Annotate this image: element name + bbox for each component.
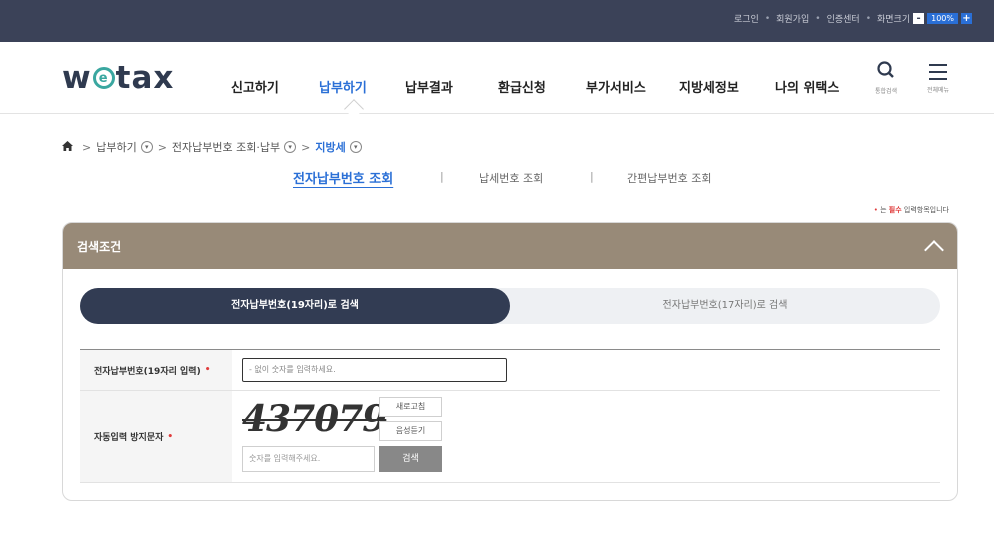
utility-bar: 로그인 • 회원가입 • 인증센터 • 화면크기 - 100% + [0, 0, 994, 42]
screen-size-label: 화면크기 [877, 15, 911, 25]
epay-number-input[interactable]: - 없이 숫자를 입력하세요. [242, 358, 507, 382]
captcha-input[interactable]: 숫자를 입력해주세요. [242, 446, 375, 472]
nav-item-pay[interactable]: 납부하기 [319, 77, 367, 96]
field-label: 자동입력 방지문자 • [80, 391, 232, 482]
all-menu-button[interactable]: 전체메뉴 [918, 60, 958, 94]
search-label: 통합검색 [874, 88, 898, 95]
zoom-in-button[interactable]: + [961, 13, 972, 24]
search-type-toggle: 전자납부번호(19자리)로 검색 전자납부번호(17자리)로 검색 [80, 288, 940, 324]
required-dot: • [167, 431, 174, 442]
required-note-post: 입력항목입니다 [901, 206, 949, 214]
breadcrumb-item-pay[interactable]: 납부하기 [96, 139, 136, 155]
chevron-down-icon[interactable]: ▾ [349, 141, 362, 153]
captcha-image: 437079 [242, 398, 387, 440]
nav-item-my-wetax[interactable]: 나의 위택스 [775, 77, 839, 96]
epay-number-label: 전자납부번호(19자리 입력) [94, 366, 201, 377]
unified-search-button[interactable]: 통합검색 [866, 60, 906, 95]
form-row-captcha: 자동입력 방지문자 • 437079 새로고침 음성듣기 숫자를 입력해주세요.… [80, 391, 940, 483]
field-cell: - 없이 숫자를 입력하세요. [232, 350, 940, 390]
home-icon[interactable] [62, 140, 73, 154]
search-panel: 검색조건 전자납부번호(19자리)로 검색 전자납부번호(17자리)로 검색 전… [62, 222, 958, 501]
required-note-pre: 는 [877, 206, 889, 214]
tab-separator: | [590, 170, 594, 183]
field-cell: 437079 새로고침 음성듣기 숫자를 입력해주세요. 검색 [232, 391, 940, 482]
search-panel-title: 검색조건 [77, 240, 122, 254]
form-row-epay-number: 전자납부번호(19자리 입력) • - 없이 숫자를 입력하세요. [80, 350, 940, 391]
required-dot: • [204, 365, 211, 375]
login-link[interactable]: 로그인 [734, 12, 759, 25]
separator: • [764, 13, 771, 24]
sub-tabs: 전자납부번호 조회 | 납세번호 조회 | 간편납부번호 조회 [0, 170, 994, 190]
field-label: 전자납부번호(19자리 입력) • [80, 350, 232, 390]
nav-item-local-tax-info[interactable]: 지방세정보 [679, 77, 739, 96]
required-note: • 는 필수 입력항목입니다 [874, 205, 949, 215]
breadcrumb-separator: > [301, 140, 311, 154]
nav-item-refund[interactable]: 환급신청 [498, 77, 546, 96]
toggle-17-digit[interactable]: 전자납부번호(17자리)로 검색 [510, 288, 940, 324]
chevron-down-icon[interactable]: ▾ [284, 141, 297, 153]
zoom-level: 100% [927, 13, 958, 24]
tab-separator: | [440, 170, 444, 183]
search-icon [866, 60, 906, 85]
tab-tax-number[interactable]: 납세번호 조회 [479, 170, 543, 186]
main-nav: 신고하기 납부하기 납부결과 환급신청 부가서비스 지방세정보 나의 위택스 [0, 77, 994, 97]
search-form: 전자납부번호(19자리 입력) • - 없이 숫자를 입력하세요. 자동입력 방… [80, 349, 940, 483]
hamburger-icon [929, 64, 947, 80]
utility-links: 로그인 • 회원가입 • 인증센터 • 화면크기 - 100% + [734, 12, 972, 25]
search-panel-header[interactable]: 검색조건 [63, 223, 957, 269]
chevron-down-icon[interactable]: ▾ [140, 141, 153, 153]
required-note-bold: 필수 [888, 206, 902, 214]
tab-epay-number[interactable]: 전자납부번호 조회 [293, 168, 393, 187]
search-button[interactable]: 검색 [379, 446, 442, 472]
separator: • [815, 13, 821, 24]
zoom-out-button[interactable]: - [913, 13, 925, 24]
breadcrumb-item-epay-lookup[interactable]: 전자납부번호 조회·납부 [172, 139, 280, 155]
captcha-audio-button[interactable]: 음성듣기 [379, 421, 442, 441]
captcha-refresh-button[interactable]: 새로고침 [379, 397, 442, 417]
menu-label: 전체메뉴 [926, 87, 950, 94]
nav-item-file[interactable]: 신고하기 [231, 77, 279, 96]
separator: • [865, 13, 871, 24]
breadcrumb-item-local-tax[interactable]: 지방세 [315, 139, 345, 155]
nav-item-pay-result[interactable]: 납부결과 [405, 77, 453, 96]
nav-item-services[interactable]: 부가서비스 [586, 77, 646, 96]
cert-center-link[interactable]: 인증센터 [827, 12, 860, 25]
breadcrumb: > 납부하기 ▾ > 전자납부번호 조회·납부 ▾ > 지방세 ▾ [62, 139, 362, 155]
breadcrumb-separator: > [82, 140, 92, 154]
toggle-19-digit[interactable]: 전자납부번호(19자리)로 검색 [80, 288, 510, 324]
tab-simple-pay-number[interactable]: 간편납부번호 조회 [627, 170, 711, 186]
breadcrumb-separator: > [157, 140, 167, 154]
site-header: w e tax 신고하기 납부하기 납부결과 환급신청 부가서비스 지방세정보 … [0, 42, 994, 114]
chevron-up-icon[interactable] [924, 240, 944, 260]
captcha-label: 자동입력 방지문자 [94, 433, 164, 443]
signup-link[interactable]: 회원가입 [776, 12, 809, 25]
